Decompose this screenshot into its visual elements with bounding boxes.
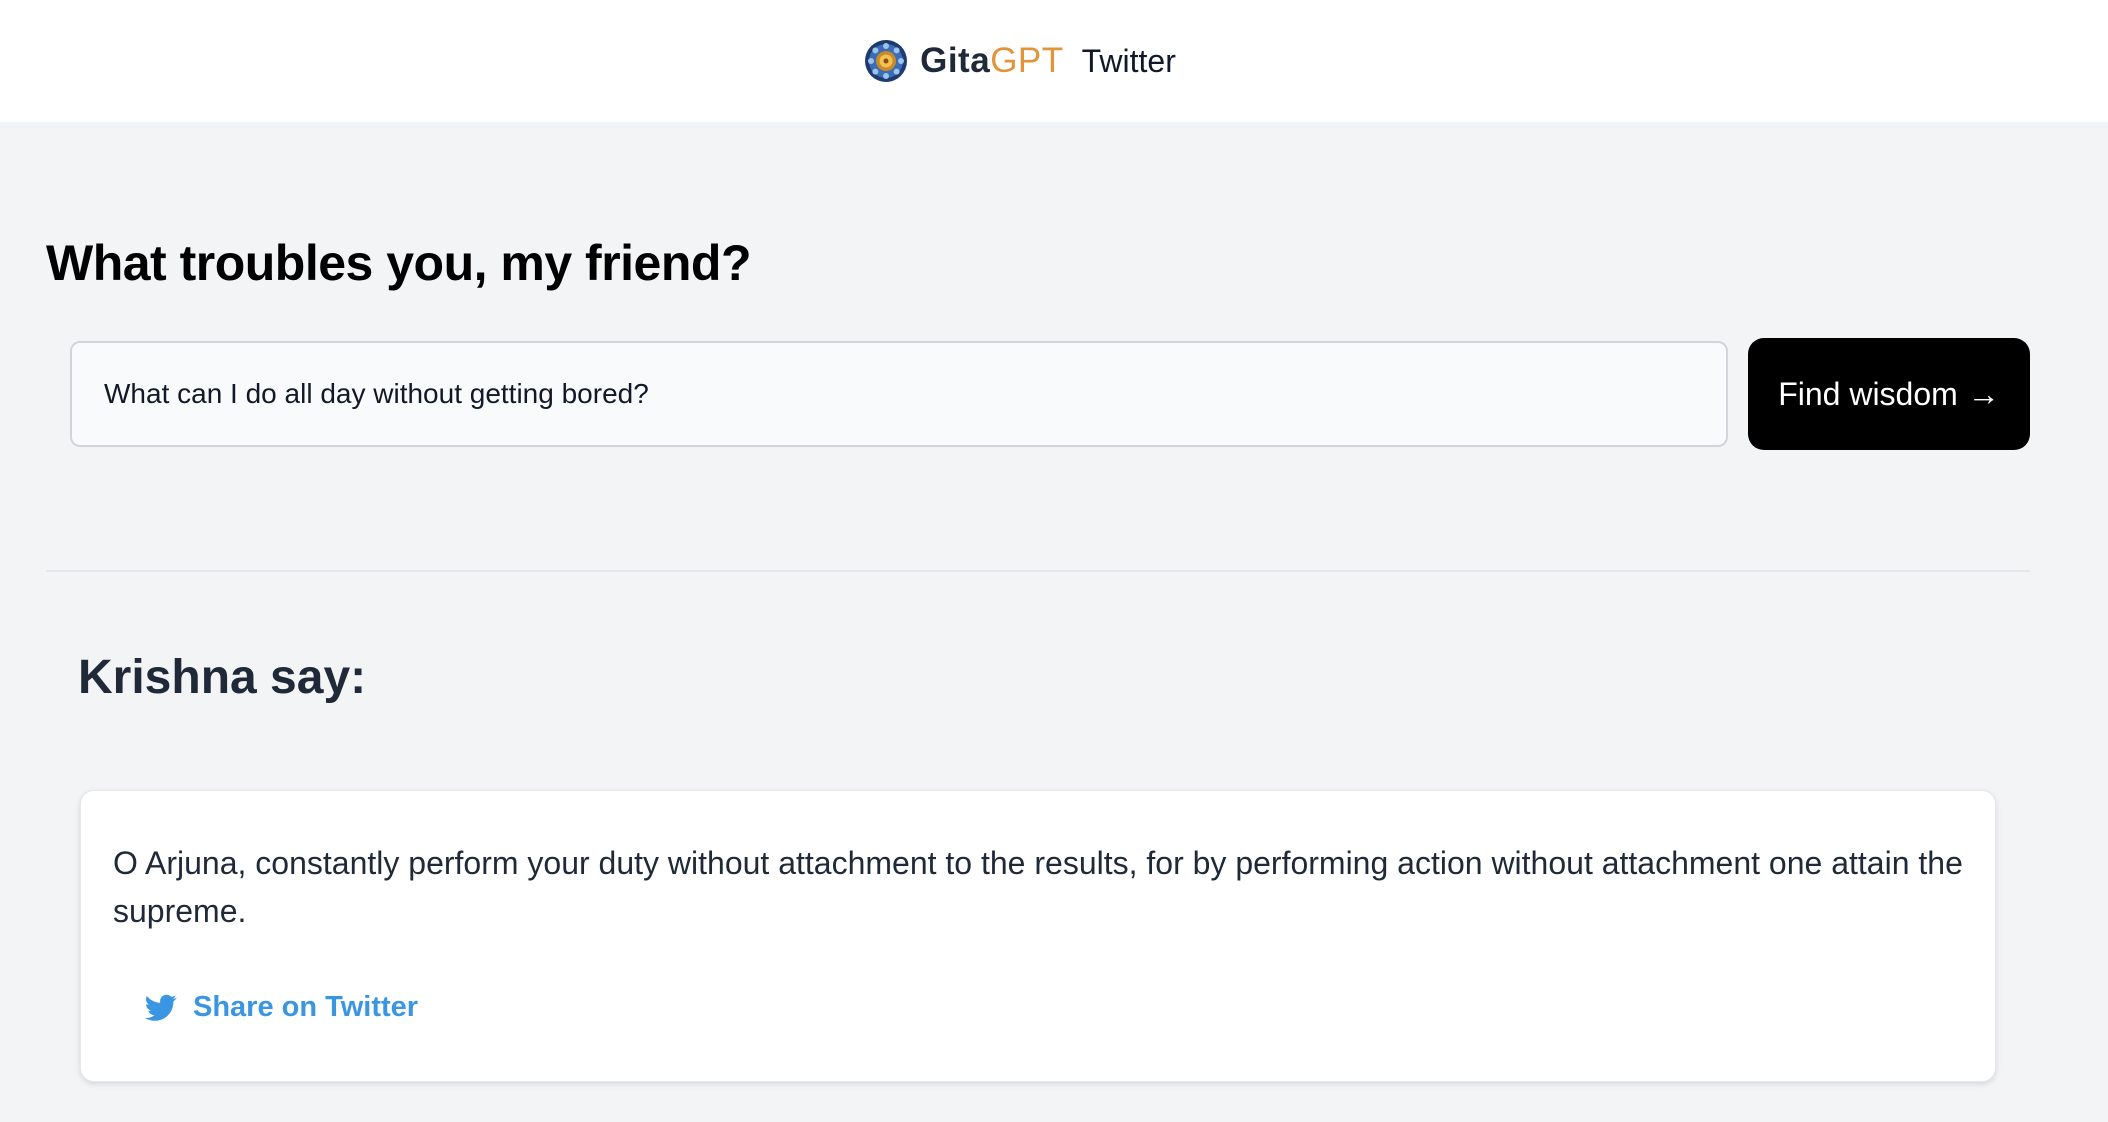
top-bar: GitaGPT Twitter	[0, 0, 2108, 122]
answer-text: O Arjuna, constantly perform your duty w…	[113, 845, 1963, 929]
answer-card: O Arjuna, constantly perform your duty w…	[80, 790, 1996, 1082]
twitter-nav-link[interactable]: Twitter	[1082, 43, 1176, 80]
find-wisdom-label: Find wisdom	[1778, 375, 1958, 412]
question-input[interactable]	[70, 341, 1728, 447]
brand-name-primary: Gita	[920, 41, 991, 80]
brand-name: GitaGPT	[920, 41, 1064, 81]
share-on-twitter-button[interactable]: Share on Twitter	[145, 991, 418, 1024]
brand-name-accent: GPT	[990, 41, 1064, 80]
share-label: Share on Twitter	[193, 991, 419, 1023]
response-heading: Krishna say:	[78, 651, 367, 704]
brand[interactable]: GitaGPT	[864, 39, 1064, 83]
twitter-bird-icon	[145, 994, 177, 1021]
section-divider	[46, 570, 2030, 572]
find-wisdom-button[interactable]: Find wisdom →	[1748, 338, 2030, 450]
page-title: What troubles you, my friend?	[46, 235, 751, 291]
arrow-right-icon: →	[1967, 375, 2000, 412]
mandala-logo-icon	[865, 40, 908, 82]
